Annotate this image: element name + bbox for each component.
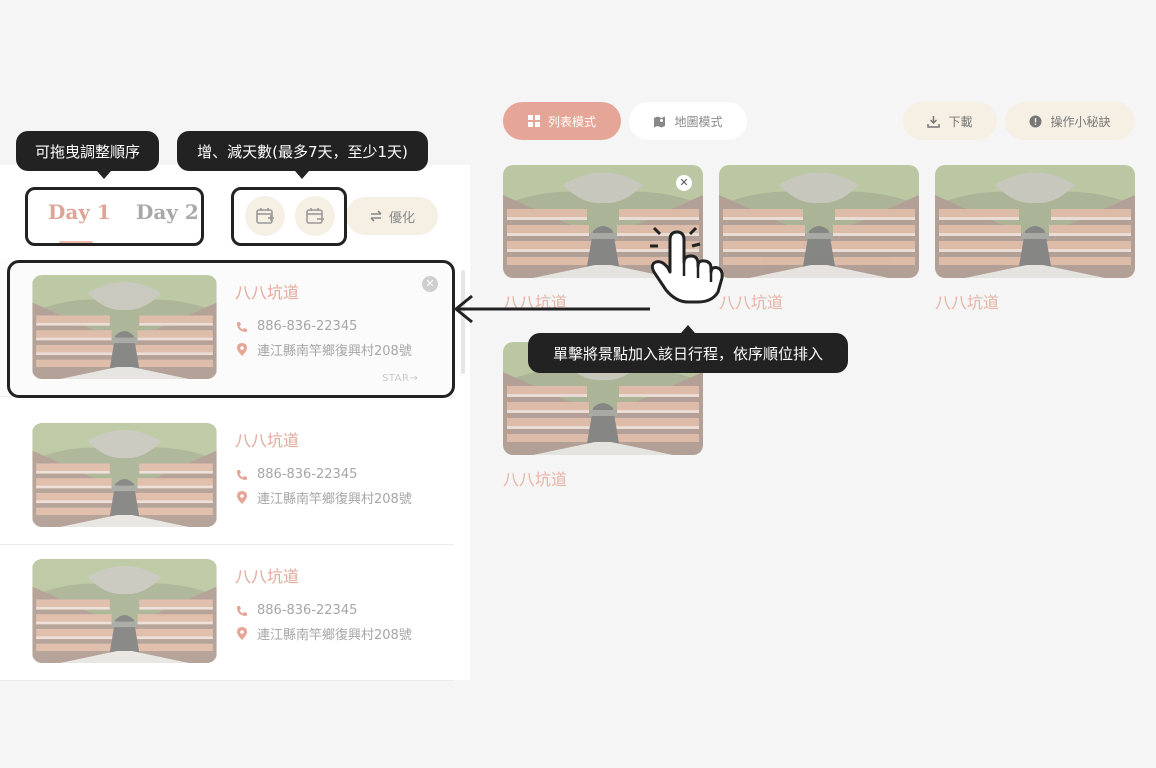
tooltip-drag: 可拖曳調整順序 (16, 131, 159, 179)
spot-address: 連江縣南竿鄉復興村208號 (236, 488, 412, 507)
attraction-name: 八八坑道 (935, 293, 1000, 312)
spot-phone: 886-836-22345 (236, 603, 357, 618)
optimize-button[interactable]: 優化 (346, 197, 438, 235)
tooltip-click-text: 單擊將景點加入該日行程，依序順位排入 (552, 344, 823, 363)
attraction-photo (503, 165, 703, 278)
attraction-photo (935, 165, 1135, 278)
spot-phone-text: 886-836-22345 (257, 603, 358, 618)
attraction-card[interactable]: 八八坑道 (719, 165, 919, 313)
location-pin-icon (237, 627, 247, 640)
tooltip-days-text: 增、減天數(最多7天，至少1天) (197, 142, 408, 161)
spot-name: 八八坑道 (235, 431, 300, 450)
optimize-label: 優化 (388, 210, 415, 226)
attraction-name: 八八坑道 (719, 293, 784, 312)
list-mode-button[interactable]: 列表模式 (503, 102, 621, 140)
list-scrollbar[interactable] (461, 270, 465, 374)
attraction-name: 八八坑道 (503, 293, 568, 312)
spot-photo (32, 559, 217, 663)
spot-name: 八八坑道 (235, 567, 300, 586)
attraction-photo (719, 165, 919, 278)
tooltip-days: 增、減天數(最多7天，至少1天) (177, 131, 428, 179)
list-mode-label: 列表模式 (547, 114, 596, 129)
itinerary-item[interactable]: 八八坑道 886-836-22345 連江縣南竿鄉復興村208號 (0, 545, 454, 681)
tooltip-click: 單擊將景點加入該日行程，依序順位排入 (528, 325, 848, 373)
spot-phone-text: 886-836-22345 (257, 467, 358, 482)
download-button[interactable]: 下載 (903, 102, 997, 140)
spot-address-text: 連江縣南竿鄉復興村208號 (257, 492, 412, 507)
spot-photo (32, 423, 217, 527)
itinerary-item[interactable]: 八八坑道 886-836-22345 連江縣南竿鄉復興村208號 (0, 409, 454, 545)
info-icon (1029, 115, 1042, 127)
attraction-card[interactable]: 八八坑道 (935, 165, 1135, 313)
highlight-itinerary-card (7, 260, 455, 398)
tips-label: 操作小秘訣 (1050, 114, 1111, 129)
grid-icon (527, 115, 540, 127)
download-icon (927, 115, 941, 128)
tips-button[interactable]: 操作小秘訣 (1005, 102, 1135, 140)
location-pin-icon (237, 491, 247, 504)
swap-icon (370, 210, 382, 222)
spot-address: 連江縣南竿鄉復興村208號 (236, 624, 412, 643)
attraction-card[interactable]: 八八坑道 ✕ (503, 165, 703, 313)
tooltip-drag-text: 可拖曳調整順序 (34, 142, 140, 161)
map-mode-button[interactable]: 地圖模式 (629, 102, 747, 140)
attraction-name: 八八坑道 (503, 470, 568, 489)
spot-phone: 886-836-22345 (236, 467, 357, 482)
spot-address-text: 連江縣南竿鄉復興村208號 (257, 628, 412, 643)
download-label: 下載 (948, 114, 973, 129)
phone-icon (237, 605, 247, 616)
highlight-day-tabs (25, 187, 204, 246)
phone-icon (237, 469, 247, 480)
highlight-day-buttons (231, 187, 347, 246)
remove-attraction-button[interactable]: ✕ (676, 175, 692, 191)
map-icon (654, 116, 666, 127)
map-mode-label: 地圖模式 (674, 114, 723, 129)
